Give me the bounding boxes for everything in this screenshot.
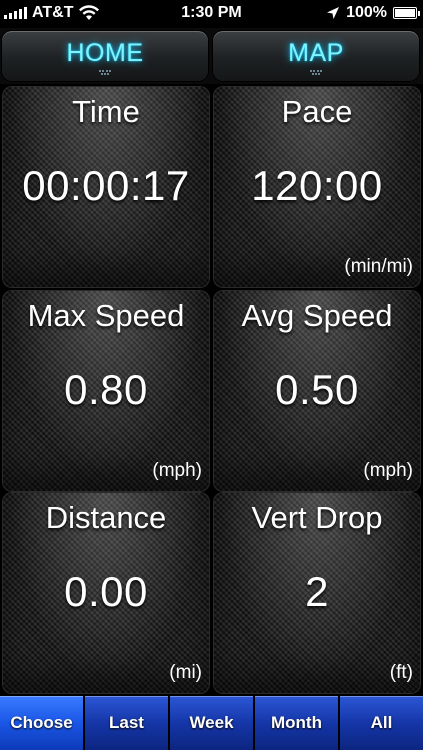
stat-value: 2 — [305, 568, 329, 615]
stat-tile-time: Time 00:00:17 — [2, 86, 210, 288]
status-right: 100% — [326, 4, 420, 22]
week-button[interactable]: Week — [170, 696, 253, 750]
stat-unit: (mph) — [363, 460, 413, 481]
stat-label: Time — [72, 94, 140, 129]
stat-tile-avg-speed: Avg Speed 0.50 (mph) — [213, 290, 421, 492]
stat-value: 0.80 — [64, 366, 148, 413]
choose-button[interactable]: Choose — [0, 696, 83, 750]
tab-home[interactable]: HOME — [2, 31, 208, 81]
stat-tile-max-speed: Max Speed 0.80 (mph) — [2, 290, 210, 492]
stat-tile-distance: Distance 0.00 (mi) — [2, 492, 210, 694]
stat-value: 0.50 — [275, 366, 359, 413]
stat-value: 120:00 — [251, 162, 383, 209]
stat-unit: (mi) — [169, 662, 202, 683]
grip-icon — [310, 70, 322, 75]
stat-label: Max Speed — [27, 298, 185, 333]
stat-tile-pace: Pace 120:00 (min/mi) — [213, 86, 421, 288]
last-button[interactable]: Last — [85, 696, 168, 750]
grip-icon — [99, 70, 111, 75]
stat-label: Vert Drop — [251, 500, 383, 535]
period-filter-bar: Choose Last Week Month All — [0, 696, 423, 750]
month-button[interactable]: Month — [255, 696, 338, 750]
stat-label: Distance — [45, 500, 167, 535]
battery-fill — [395, 9, 415, 17]
stat-label: Pace — [281, 94, 353, 129]
tab-map-label: MAP — [288, 39, 344, 67]
location-arrow-icon — [327, 7, 340, 19]
tab-home-label: HOME — [66, 39, 144, 67]
tab-map[interactable]: MAP — [213, 31, 419, 81]
stat-value: 0.00 — [64, 568, 148, 615]
app-screen: AT&T 1:30 PM 100% HOME MAP Time 00:00:17… — [0, 0, 423, 750]
all-button[interactable]: All — [340, 696, 423, 750]
header-tabs: HOME MAP — [0, 28, 423, 84]
stat-unit: (min/mi) — [344, 256, 413, 277]
stat-unit: (mph) — [152, 460, 202, 481]
stat-unit: (ft) — [389, 662, 413, 683]
stat-tile-vert-drop: Vert Drop 2 (ft) — [213, 492, 421, 694]
status-bar: AT&T 1:30 PM 100% — [0, 0, 423, 28]
stat-value: 00:00:17 — [22, 162, 190, 209]
battery-icon — [393, 7, 420, 19]
stat-label: Avg Speed — [241, 298, 393, 333]
battery-percent: 100% — [346, 4, 387, 21]
